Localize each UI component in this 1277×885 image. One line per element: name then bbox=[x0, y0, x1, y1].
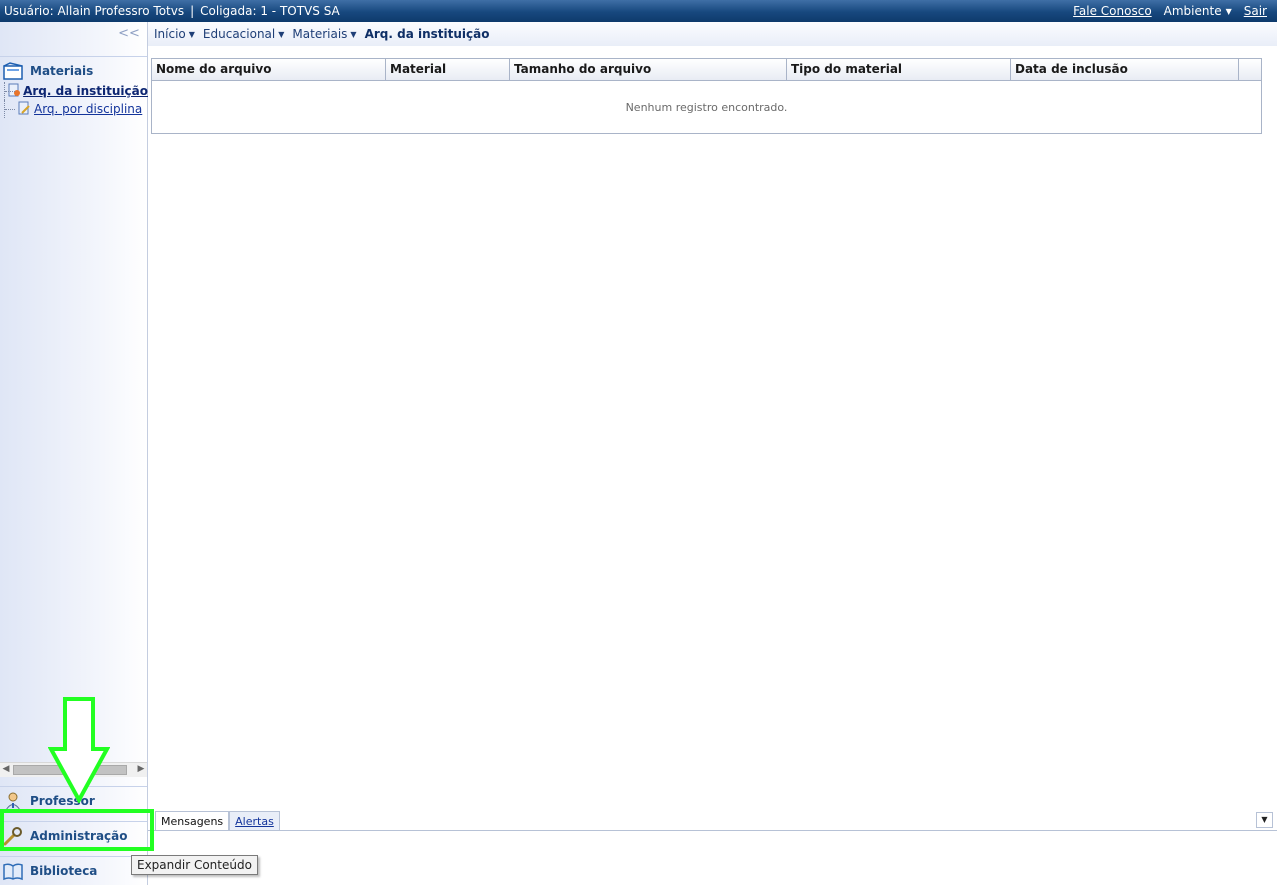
professor-icon bbox=[0, 789, 26, 813]
panel-materiais-header[interactable]: Materiais bbox=[0, 56, 147, 84]
materiais-tree: Arq. da instituição Arq. por disciplina bbox=[4, 82, 148, 118]
chevron-down-icon[interactable]: ▼ bbox=[1256, 812, 1273, 828]
panel-biblioteca-header[interactable]: Biblioteca bbox=[0, 856, 147, 884]
wrench-icon bbox=[0, 824, 26, 848]
top-links: Fale Conosco Ambiente ▼ Sair bbox=[1073, 4, 1267, 18]
panel-administracao-label: Administração bbox=[30, 828, 128, 843]
ambiente-menu[interactable]: Ambiente ▼ bbox=[1164, 4, 1232, 18]
breadcrumb-label: Educacional bbox=[202, 27, 276, 41]
panel-biblioteca-label: Biblioteca bbox=[30, 863, 98, 878]
column-header-tamanho[interactable]: Tamanho do arquivo bbox=[510, 59, 787, 81]
column-header-blank bbox=[1239, 59, 1261, 81]
separator: | bbox=[190, 4, 195, 18]
breadcrumb-label: Materiais bbox=[292, 27, 348, 41]
files-table: Nome do arquivo Material Tamanho do arqu… bbox=[151, 58, 1262, 134]
folder-icon bbox=[0, 59, 26, 83]
chevron-down-icon: ▼ bbox=[350, 29, 357, 39]
fale-conosco-link[interactable]: Fale Conosco bbox=[1073, 4, 1152, 18]
messages-panel: Mensagens Alertas ▼ bbox=[148, 808, 1277, 885]
tree-branch bbox=[4, 82, 16, 100]
tree-link-arq-instituicao[interactable]: Arq. da instituição bbox=[21, 84, 148, 98]
scrollbar-thumb[interactable] bbox=[13, 765, 127, 775]
collapse-sidebar-icon[interactable]: << bbox=[114, 26, 144, 46]
breadcrumb: Início ▼ Educacional ▼ Materiais ▼ Arq. … bbox=[148, 22, 1277, 46]
tabs-divider bbox=[148, 830, 1277, 831]
column-header-material[interactable]: Material bbox=[386, 59, 510, 81]
sair-link[interactable]: Sair bbox=[1244, 4, 1267, 18]
ambiente-label: Ambiente bbox=[1163, 4, 1222, 18]
scroll-right-icon[interactable]: ▶ bbox=[135, 764, 147, 774]
tree-item-arq-instituicao[interactable]: Arq. da instituição bbox=[4, 82, 148, 100]
panel-professor-header[interactable]: Professor bbox=[0, 786, 147, 814]
breadcrumb-current: Arq. da instituição bbox=[364, 27, 490, 41]
messages-tabs: Mensagens Alertas bbox=[155, 811, 280, 831]
column-header-data[interactable]: Data de inclusão bbox=[1011, 59, 1239, 81]
breadcrumb-item-educacional[interactable]: Educacional ▼ bbox=[203, 27, 284, 41]
panel-professor-label: Professor bbox=[30, 793, 95, 808]
breadcrumb-item-inicio[interactable]: Início ▼ bbox=[154, 27, 195, 41]
tree-link-arq-disciplina[interactable]: Arq. por disciplina bbox=[32, 102, 142, 116]
chevron-down-icon: ▼ bbox=[278, 29, 285, 39]
tree-branch bbox=[4, 100, 16, 118]
breadcrumb-item-materiais[interactable]: Materiais ▼ bbox=[292, 27, 356, 41]
breadcrumb-label: Início bbox=[154, 27, 186, 41]
table-header: Nome do arquivo Material Tamanho do arqu… bbox=[152, 59, 1261, 81]
user-info: Usuário: Allain Professro Totvs bbox=[4, 4, 185, 18]
column-header-tipo[interactable]: Tipo do material bbox=[787, 59, 1011, 81]
empty-message: Nenhum registro encontrado. bbox=[625, 101, 788, 114]
panel-materiais-label: Materiais bbox=[30, 63, 94, 78]
coligada-info: Coligada: 1 - TOTVS SA bbox=[200, 4, 340, 18]
scroll-left-icon[interactable]: ◀ bbox=[0, 764, 12, 774]
tab-alertas[interactable]: Alertas bbox=[229, 811, 280, 831]
book-icon bbox=[0, 859, 26, 883]
chevron-down-icon: ▼ bbox=[1225, 6, 1232, 16]
tooltip: Expandir Conteúdo bbox=[131, 855, 258, 875]
tree-item-arq-disciplina[interactable]: Arq. por disciplina bbox=[4, 100, 148, 118]
file-discipline-icon bbox=[16, 101, 32, 118]
panel-administracao-header[interactable]: Administração bbox=[0, 821, 147, 849]
chevron-down-icon: ▼ bbox=[188, 29, 195, 39]
tab-mensagens[interactable]: Mensagens bbox=[155, 811, 230, 831]
sidebar: << Materiais Arq. da instituição Arq. po… bbox=[0, 22, 148, 885]
horizontal-scrollbar[interactable]: ◀ ▶ bbox=[0, 762, 147, 777]
top-bar: Usuário: Allain Professro Totvs | Coliga… bbox=[0, 0, 1277, 22]
column-header-nome[interactable]: Nome do arquivo bbox=[152, 59, 386, 81]
